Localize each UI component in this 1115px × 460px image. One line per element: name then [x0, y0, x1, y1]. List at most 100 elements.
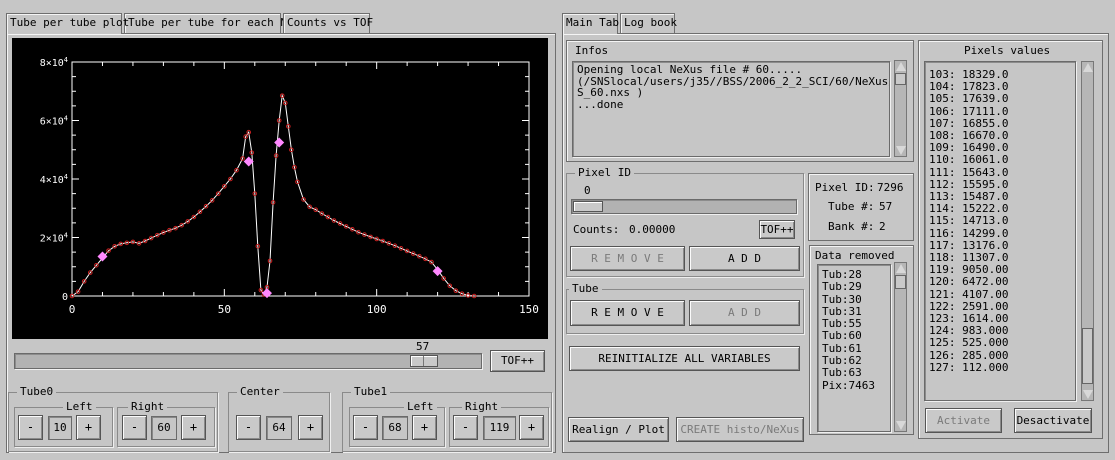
- pixel-value-entry: 127: 112.000: [929, 360, 1009, 374]
- tube1-right-label: Right: [462, 400, 502, 414]
- pixel-id-slider-thumb[interactable]: [573, 201, 603, 212]
- tube-slider-thumb[interactable]: [410, 355, 438, 367]
- pixel-info-bank-label: Bank #:: [828, 220, 875, 233]
- tube1-left-minus-button[interactable]: -: [353, 415, 378, 440]
- counts-value: 0.00000: [629, 223, 676, 236]
- tube-slider[interactable]: [14, 353, 482, 369]
- tube0-right-field[interactable]: 60: [151, 416, 177, 440]
- thumb-grip: [423, 356, 424, 366]
- y-tick-label: 8×104: [40, 56, 68, 69]
- pixel-value-entry: 106: 17111.0: [929, 104, 1009, 118]
- center-minus-button[interactable]: -: [236, 415, 261, 440]
- removed-entry: Tub:29: [822, 280, 862, 294]
- scroll-up-icon[interactable]: [1083, 63, 1093, 72]
- scroll-thumb[interactable]: [895, 73, 906, 85]
- tube0-right-minus-button[interactable]: -: [122, 415, 147, 440]
- tab-log-book[interactable]: Log book: [620, 13, 677, 33]
- scroll-up-icon[interactable]: [896, 264, 906, 273]
- tube1-right-plus-button[interactable]: +: [519, 415, 544, 440]
- infos-title: Infos: [575, 44, 609, 57]
- tab-tube-per-tube-plot[interactable]: Tube per tube plot: [6, 13, 129, 34]
- desactivate-button[interactable]: Desactivate: [1014, 408, 1092, 433]
- tube1-left-plus-button[interactable]: +: [412, 415, 437, 440]
- data-removed-scrollbar[interactable]: [894, 262, 907, 432]
- tube0-title: Tube0: [17, 385, 57, 399]
- tube1-title: Tube1: [351, 385, 391, 399]
- y-tick-label: 2×104: [40, 232, 68, 245]
- create-histo-nexus-button[interactable]: CREATE histo/NeXus: [676, 417, 804, 442]
- plus-label: +: [84, 420, 93, 434]
- minus-label: -: [130, 420, 139, 434]
- pixels-values-list[interactable]: 103: 18329.0 104: 17823.0 105: 17639.0 106:…: [924, 61, 1076, 401]
- tube0-left-minus-button[interactable]: -: [18, 415, 43, 440]
- pixel-id-slider[interactable]: [571, 199, 797, 214]
- realign-plot-button[interactable]: Realign / Plot: [568, 417, 669, 442]
- data-removed-lines: Tub:28 Tub:29 Tub:30 Tub:31 Tub:55 Tub:60 Tub:…: [822, 268, 886, 392]
- plus-label: +: [189, 420, 198, 434]
- tab-counts-vs-tof[interactable]: Counts vs TOF: [283, 13, 373, 33]
- reinitialize-button[interactable]: REINITIALIZE ALL VARIABLES: [569, 346, 800, 371]
- tube1-left-label: Left: [404, 400, 437, 414]
- tab-label: Log book: [624, 16, 677, 29]
- infos-text[interactable]: Opening local NeXus file # 60..... (/SNS…: [572, 61, 890, 157]
- tab-label: Main Tab: [566, 16, 619, 29]
- tube-add-button[interactable]: A D D: [689, 300, 800, 326]
- tab-tube-per-tube-each-nt[interactable]: Tube per tube for each Nt: [124, 13, 294, 33]
- tube1-left-field[interactable]: 68: [382, 416, 408, 440]
- pixel-info-tube-value: 57: [879, 200, 893, 213]
- button-label: R E M O V E: [591, 252, 664, 265]
- tube0-left-plus-button[interactable]: +: [76, 415, 101, 440]
- tube0-left-field[interactable]: 10: [48, 416, 72, 440]
- tube1-right-minus-button[interactable]: -: [453, 415, 478, 440]
- field-value: 60: [157, 421, 171, 434]
- pixel-value-entry: 105: 17639.0: [929, 92, 1009, 106]
- x-tick-label: 50: [218, 303, 231, 316]
- selection-marker: [274, 137, 285, 148]
- button-label: Desactivate: [1016, 414, 1090, 427]
- selection-marker: [97, 251, 108, 262]
- pixels-values-scrollbar[interactable]: [1081, 61, 1094, 401]
- scroll-thumb[interactable]: [895, 275, 906, 289]
- pixel-value-entry: 116: 14299.0: [929, 226, 1009, 240]
- plus-label: +: [420, 420, 429, 434]
- tube-remove-button[interactable]: R E M O V E: [570, 300, 685, 326]
- pixel-value-entry: 111: 15643.0: [929, 165, 1009, 179]
- tube0-left-label: Left: [63, 400, 96, 414]
- scroll-down-icon[interactable]: [1083, 390, 1093, 399]
- x-tick-label: 100: [367, 303, 387, 316]
- tab-main[interactable]: Main Tab: [562, 13, 619, 34]
- button-label: TOF++: [500, 354, 535, 367]
- x-tick-label: 150: [519, 303, 539, 316]
- button-label: CREATE histo/NeXus: [680, 423, 800, 436]
- button-label: REINITIALIZE ALL VARIABLES: [598, 352, 771, 365]
- pixel-remove-button[interactable]: R E M O V E: [570, 246, 685, 271]
- scroll-up-icon[interactable]: [896, 62, 906, 71]
- data-curve: [71, 93, 475, 297]
- pixel-info-id-value: 7296: [877, 181, 904, 194]
- center-title: Center: [237, 385, 283, 399]
- tube-slider-value: 57: [416, 340, 430, 353]
- tab-label: Tube per tube for each Nt: [128, 16, 294, 29]
- field-value: 68: [388, 421, 402, 434]
- center-plus-button[interactable]: +: [298, 415, 323, 440]
- pixel-add-button[interactable]: A D D: [689, 246, 800, 271]
- scroll-down-icon[interactable]: [896, 146, 906, 155]
- minus-label: -: [361, 420, 370, 434]
- y-tick-label: 6×104: [40, 115, 68, 128]
- minus-label: -: [461, 420, 470, 434]
- removed-entry: Tub:63: [822, 366, 862, 380]
- pixel-tof-plus-button[interactable]: TOF++: [759, 220, 795, 239]
- infos-scrollbar[interactable]: [894, 60, 907, 157]
- removed-entry: Pix:7463: [822, 378, 875, 392]
- tube1-right-field[interactable]: 119: [483, 416, 516, 440]
- scroll-down-icon[interactable]: [896, 421, 906, 430]
- center-field[interactable]: 64: [266, 416, 292, 440]
- field-value: 119: [489, 421, 510, 434]
- tof-plus-button[interactable]: TOF++: [490, 350, 545, 372]
- activate-button[interactable]: Activate: [925, 408, 1002, 433]
- tube0-right-plus-button[interactable]: +: [181, 415, 206, 440]
- data-removed-list[interactable]: Tub:28 Tub:29 Tub:30 Tub:31 Tub:55 Tub:60 Tub:…: [817, 264, 891, 432]
- button-label: A D D: [727, 306, 762, 319]
- pixels-values-lines: 103: 18329.0 104: 17823.0 105: 17639.0 106:…: [929, 68, 1071, 374]
- scroll-thumb[interactable]: [1082, 328, 1093, 384]
